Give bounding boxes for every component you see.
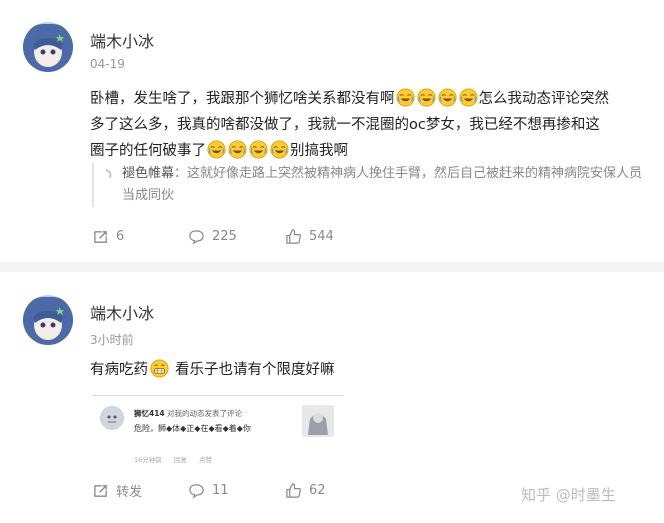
action-bar: 6 225 544 (92, 228, 334, 245)
embed-action: 对我的动态发表了评论 (167, 409, 243, 418)
embed-time: 16分钟前 (134, 456, 162, 464)
repost-button[interactable]: 6 (92, 228, 188, 245)
quote-colon: ： (174, 166, 188, 181)
laugh-cry-emoji-icon (437, 88, 457, 107)
post-divider (0, 262, 664, 272)
repost-button[interactable]: 转发 (92, 481, 188, 500)
username[interactable]: 端木小冰 (90, 300, 154, 324)
comment-count: 225 (212, 229, 237, 244)
like-count: 544 (309, 229, 334, 244)
thumbs-up-icon (286, 483, 301, 498)
body-text: 别搞我啊 (290, 143, 348, 159)
embed-thumbnail-image (302, 405, 334, 437)
embed-content: 危险，狮◆体◆正◆在◆看◆着◆你 (134, 424, 251, 433)
embed-header: 狮忆414 对我的动态发表了评论 (134, 408, 242, 419)
body-text: 有病吃药 (90, 362, 148, 378)
post-card: 端木小冰 04-19 卧槽，发生啥了，我跟那个狮忆啥关系都没有啊 怎么我动态评论突… (0, 0, 664, 262)
laugh-cry-emoji-icon (416, 88, 436, 107)
comment-button[interactable]: 11 (188, 482, 285, 499)
like-button[interactable]: 62 (285, 482, 326, 499)
post-time: 3小时前 (90, 333, 134, 347)
action-bar: 转发 11 62 (92, 481, 326, 500)
embed-like: 点赞 (198, 456, 212, 464)
comment-count: 11 (212, 483, 229, 498)
repost-count: 6 (116, 229, 125, 244)
embedded-screenshot[interactable]: 狮忆414 对我的动态发表了评论 危险，狮◆体◆正◆在◆看◆着◆你 16分钟前 … (92, 395, 344, 470)
quoted-comment[interactable]: 褪色帷幕：这就好像走路上突然被精神病人挽住手臂，然后自己被赶来的精神病院安保人员… (92, 163, 652, 207)
body-text: 卧槽，发生啥了，我跟那个狮忆啥关系都没有啊 (90, 91, 395, 107)
laugh-cry-emoji-icon (228, 140, 247, 159)
embed-reply: 回复 (173, 456, 187, 464)
like-button[interactable]: 544 (285, 228, 334, 245)
body-text: 圈子的任何破事了 (90, 143, 206, 159)
laugh-cry-emoji-icon (458, 88, 478, 107)
embed-user: 狮忆414 (134, 409, 165, 418)
repost-icon (94, 231, 107, 243)
laugh-cry-emoji-icon (207, 140, 226, 159)
watermark: 知乎 @时墨生 (521, 486, 616, 504)
quote-text: 这就好像走路上突然被精神病人挽住手臂，然后自己被赶来的精神病院安保人员当成同伙 (122, 166, 643, 203)
body-text: 看乐子也请有个限度好嘛 (175, 362, 335, 378)
comment-icon (189, 484, 204, 499)
thumbs-up-icon (286, 229, 301, 244)
like-count: 62 (309, 483, 326, 498)
post-body: 有病吃药 看乐子也请有个限度好嘛 (90, 357, 650, 383)
comment-button[interactable]: 225 (188, 228, 285, 245)
quote-author[interactable]: 褪色帷幕 (122, 166, 174, 181)
laugh-cry-emoji-icon (249, 140, 268, 159)
grin-emoji-icon (150, 359, 169, 378)
embed-avatar (100, 406, 124, 430)
avatar[interactable] (23, 22, 73, 72)
embed-meta: 16分钟前 回复 点赞 (134, 454, 222, 464)
quote-icon (105, 169, 112, 179)
post-time: 04-19 (90, 57, 125, 71)
body-text: 多了这么多，我真的啥都没做了，我就一不混圈的oc梦女，我已经不想再掺和这 (90, 117, 600, 133)
repost-label: 转发 (116, 485, 143, 500)
avatar[interactable] (23, 295, 73, 345)
post-body: 卧槽，发生啥了，我跟那个狮忆啥关系都没有啊 怎么我动态评论突然 多了这么多，我真的… (90, 86, 650, 164)
comment-icon (189, 230, 204, 245)
username[interactable]: 端木小冰 (90, 28, 154, 52)
laugh-cry-emoji-icon (395, 88, 415, 107)
repost-icon (94, 485, 107, 497)
laugh-cry-emoji-icon (270, 140, 289, 159)
body-text: 怎么我动态评论突然 (478, 91, 610, 107)
